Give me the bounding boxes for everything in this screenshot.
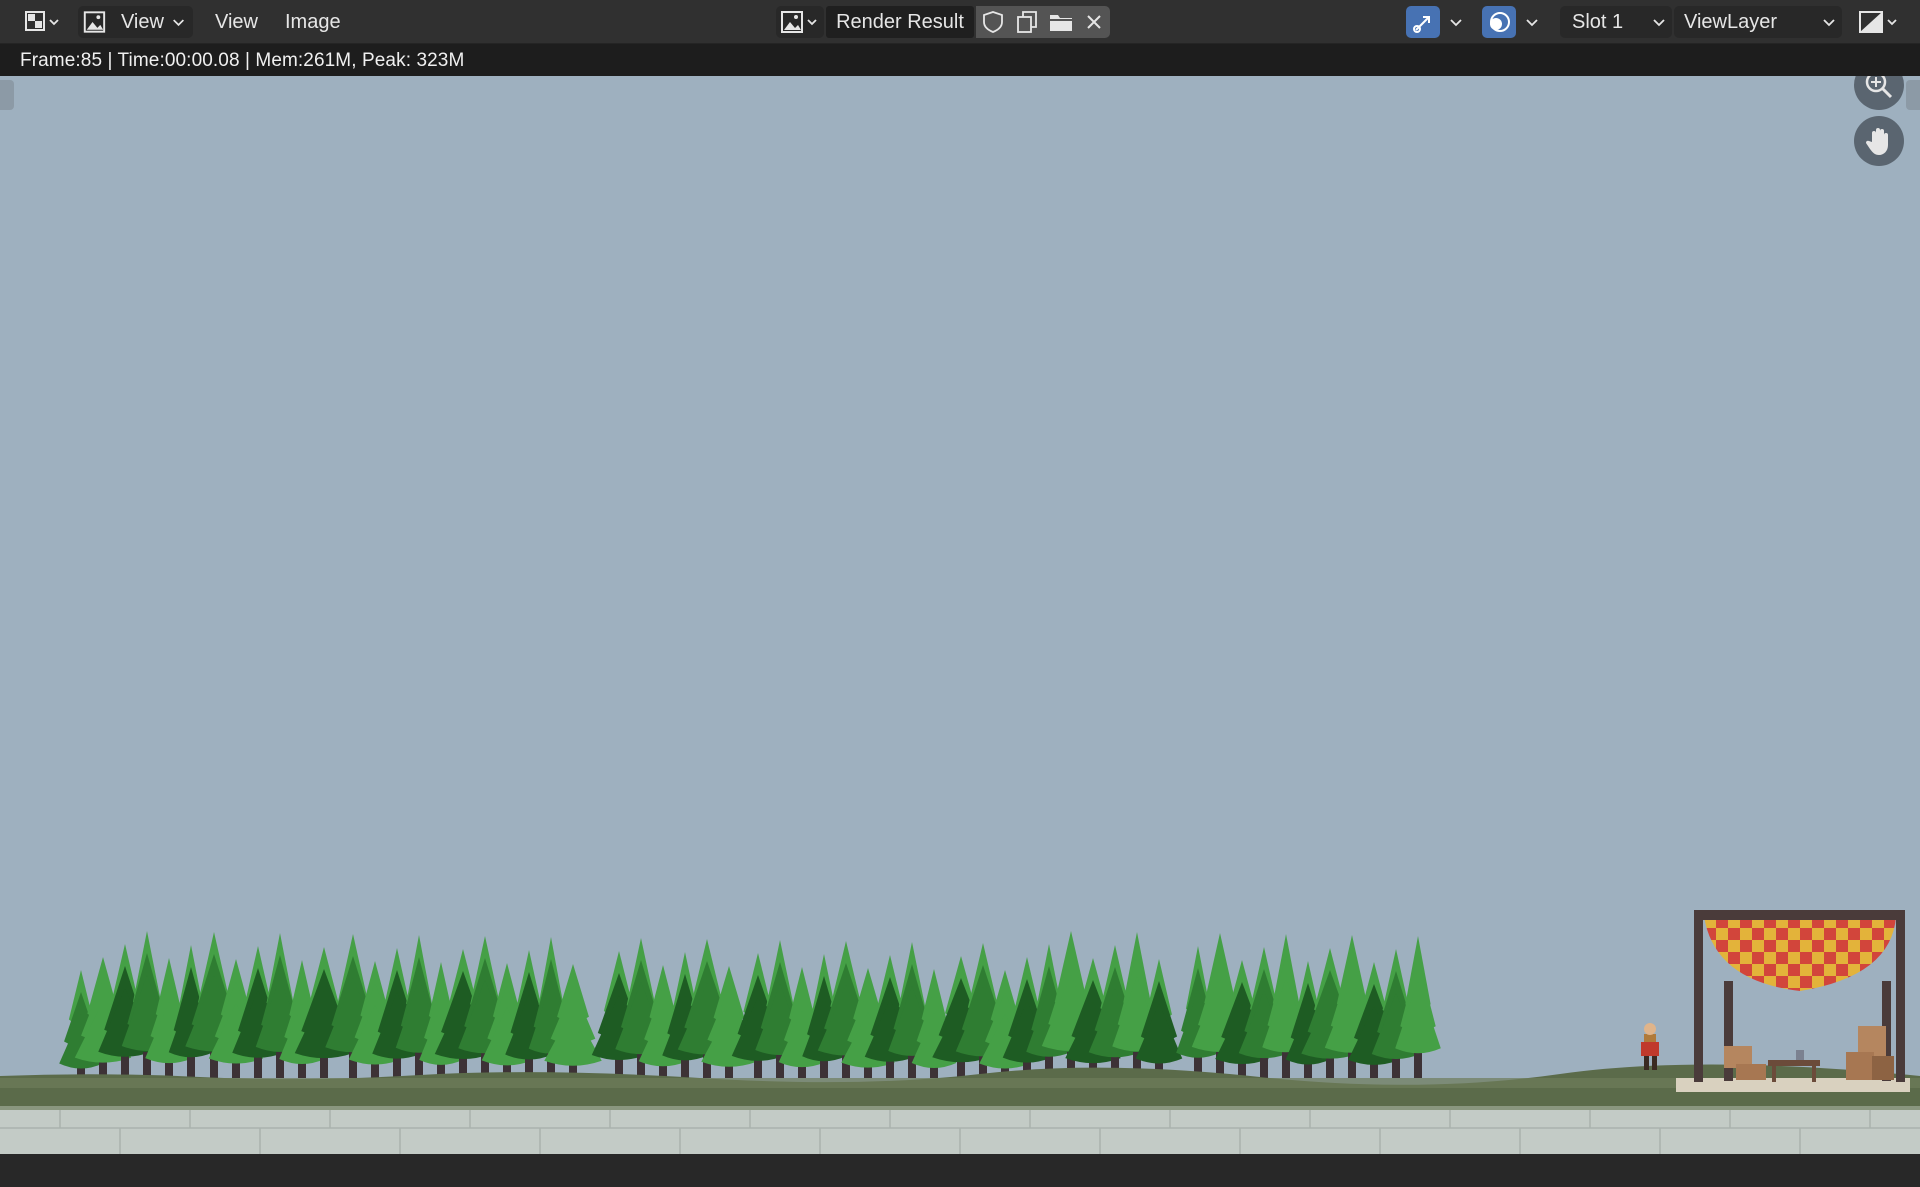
render-image [0,910,1920,1154]
pan-button[interactable] [1854,116,1904,166]
mode-label: View [120,10,164,33]
slot-dropdown[interactable]: Slot 1 [1560,6,1672,38]
hand-icon [1865,128,1888,155]
character [1641,1023,1659,1070]
editor-type-button[interactable] [20,6,64,38]
image-actions [976,6,1110,38]
chevron-down-icon[interactable] [1444,6,1468,38]
menu-image[interactable]: Image [285,11,341,34]
overlay-icon [1490,12,1510,32]
slot-label: Slot 1 [1572,10,1624,33]
menu-view[interactable]: View [215,11,258,34]
render-stats: Frame:85 | Time:00:00.08 | Mem:261M, Pea… [20,50,465,71]
mode-dropdown[interactable]: View [78,6,193,38]
forest [59,931,1441,1078]
image-name-field[interactable]: Render Result [826,6,974,38]
status-bar [0,1154,1920,1187]
editor-header: View View Image Render Result Slot 1 Vie… [0,0,1920,44]
display-channels-dropdown[interactable] [1856,6,1902,38]
gizmo-icon [1413,16,1430,33]
zoom-icon [1865,76,1893,99]
chevron-down-icon [1823,19,1835,27]
render-info-bar: Frame:85 | Time:00:00.08 | Mem:261M, Pea… [0,44,1920,76]
duplicate-icon[interactable] [1010,6,1044,38]
chevron-down-icon[interactable] [1520,6,1544,38]
sidebar-toggle[interactable] [1906,80,1920,110]
overlay-toggle[interactable] [1482,6,1516,38]
tree-trunk [1414,1052,1422,1078]
render-canvas[interactable] [0,76,1920,1154]
layer-label: ViewLayer [1684,10,1778,33]
gizmo-toggle[interactable] [1406,6,1440,38]
chevron-down-icon [1653,19,1665,27]
image-editor-icon [25,11,59,31]
chevron-down-icon [173,19,184,27]
toolbar-toggle[interactable] [0,80,14,110]
view-mode-icon [83,11,106,33]
image-name: Render Result [836,10,964,33]
close-icon[interactable] [1078,6,1110,38]
folder-icon[interactable] [1044,6,1078,38]
ground [0,1064,1920,1154]
shield-icon[interactable] [976,6,1010,38]
image-browse-icon [781,11,817,33]
image-browse-button[interactable] [776,6,824,38]
view-layer-dropdown[interactable]: ViewLayer [1674,6,1842,38]
display-channels-icon [1859,11,1897,33]
